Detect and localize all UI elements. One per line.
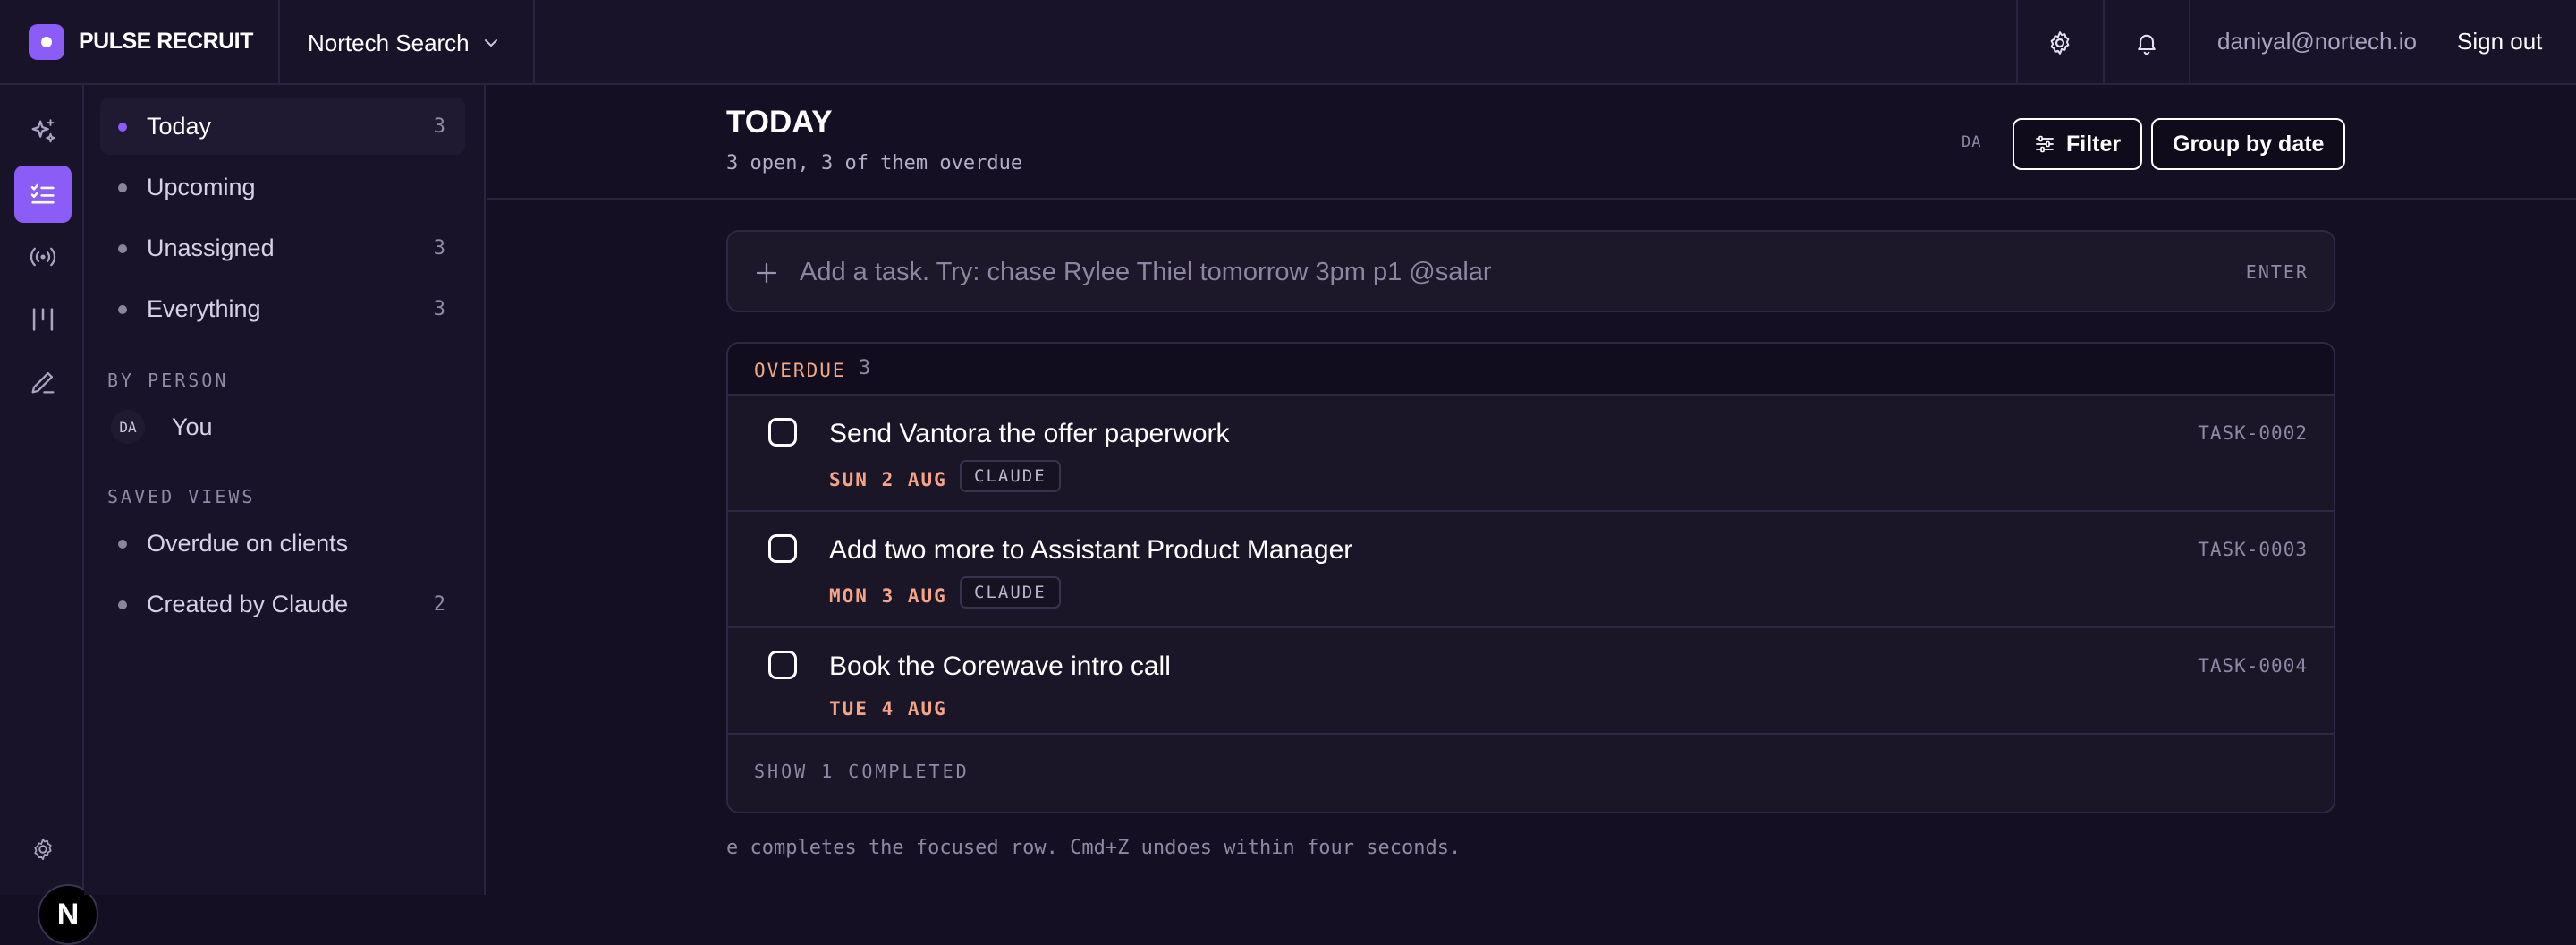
divider [2103, 0, 2105, 85]
nav-dot [118, 305, 127, 314]
icon-rail: N [0, 85, 98, 945]
app-logo [29, 24, 64, 60]
sign-out-button[interactable]: Sign out [2457, 28, 2542, 55]
task-due-date: SUN 2 AUG [829, 469, 947, 490]
task-id: TASK-0002 [2198, 422, 2308, 444]
add-task-bar: ENTER [726, 230, 2335, 312]
task-title: Send Vantora the offer paperwork [829, 419, 1230, 448]
settings-button[interactable] [2038, 21, 2082, 65]
task-group-panel: OVERDUE 3 Send Vantora the offer paperwo… [726, 342, 2335, 813]
kanban-icon [32, 308, 54, 331]
rail-tasks-button[interactable] [14, 166, 72, 223]
bell-icon [2138, 34, 2156, 55]
user-email: daniyal@nortech.io [2217, 28, 2417, 55]
sidebar-item-label: Unassigned [147, 234, 275, 261]
avatar: DA [1962, 133, 1982, 151]
task-id: TASK-0004 [2198, 655, 2308, 677]
sidebar-item-label: You [172, 413, 213, 440]
task-checkbox[interactable] [768, 534, 797, 563]
rail-notes-button[interactable] [14, 353, 72, 411]
enter-hint: ENTER [2245, 261, 2309, 283]
divider [533, 0, 535, 85]
gear-icon [2050, 31, 2070, 55]
sidebar-item-count: 3 [433, 297, 445, 320]
task-id: TASK-0003 [2198, 539, 2308, 560]
sidebar-item-label: Overdue on clients [147, 529, 349, 557]
task-row[interactable]: Book the Corewave intro call TUE 4 AUG T… [728, 628, 2334, 735]
keyboard-hint: e completes the focused row. Cmd+Z undoe… [726, 837, 1462, 859]
sidebar-item-upcoming[interactable]: Upcoming [100, 158, 465, 216]
nav-dot [118, 540, 127, 549]
sidebar-item-today[interactable]: Today 3 [100, 98, 465, 155]
main-header: TODAY 3 open, 3 of them overdue DA Filte… [487, 85, 2576, 200]
nav-dot [118, 183, 127, 192]
divider [278, 0, 280, 85]
sidebar: Today 3 Upcoming Unassigned 3 Everything… [84, 85, 486, 895]
top-bar: PULSE RECRUIT Nortech Search daniyal@nor… [0, 0, 2576, 85]
task-checkbox[interactable] [768, 418, 797, 447]
saved-view-overdue-on-clients[interactable]: Overdue on clients [100, 515, 465, 572]
tasks-icon [30, 183, 55, 204]
saved-view-created-by-claude[interactable]: Created by Claude 2 [100, 575, 465, 633]
nav-dot [118, 244, 127, 253]
task-tag: CLAUDE [960, 576, 1061, 609]
nav-dot [118, 123, 127, 132]
task-row[interactable]: Send Vantora the offer paperwork SUN 2 A… [728, 396, 2334, 512]
sidebar-item-label: Today [147, 112, 212, 140]
chevron-down-icon [484, 39, 497, 47]
sidebar-item-unassigned[interactable]: Unassigned 3 [100, 219, 465, 277]
task-title: Add two more to Assistant Product Manage… [829, 535, 1353, 565]
task-checkbox[interactable] [768, 651, 797, 679]
sidebar-item-count: 3 [433, 236, 445, 260]
nav-dot [118, 600, 127, 609]
settings-icon [34, 838, 52, 861]
group-title: OVERDUE [754, 360, 846, 381]
task-row[interactable]: Add two more to Assistant Product Manage… [728, 512, 2334, 628]
sparkles-icon [31, 119, 55, 143]
group-by-date-button[interactable]: Group by date [2151, 118, 2346, 170]
rail-settings-button[interactable] [14, 821, 72, 878]
group-header: OVERDUE 3 [728, 344, 2334, 396]
task-due-date: MON 3 AUG [829, 585, 947, 607]
task-tag: CLAUDE [960, 460, 1061, 492]
divider [2189, 0, 2190, 85]
plus-icon [756, 262, 777, 284]
project-name: Nortech Search [308, 29, 470, 56]
rail-board-button[interactable] [14, 291, 72, 348]
notifications-button[interactable] [2124, 21, 2169, 65]
sidebar-item-label: Upcoming [147, 173, 256, 200]
page-title: TODAY [726, 105, 833, 140]
filter-label: Filter [2066, 131, 2122, 157]
section-label-by-person: BY PERSON [107, 370, 229, 391]
task-title: Book the Corewave intro call [829, 651, 1171, 681]
app-name: PULSE RECRUIT [79, 29, 253, 54]
sidebar-item-label: Everything [147, 294, 261, 322]
rail-broadcast-button[interactable] [14, 228, 72, 285]
sidebar-item-person-you[interactable]: DA You [100, 398, 465, 455]
avatar: DA [111, 410, 145, 444]
sidebar-item-everything[interactable]: Everything 3 [100, 280, 465, 337]
project-switcher[interactable]: Nortech Search [308, 27, 500, 59]
filter-button[interactable]: Filter [2012, 118, 2143, 170]
add-task-input[interactable] [800, 253, 2141, 291]
group-count: 3 [859, 357, 871, 379]
sidebar-item-count: 2 [433, 592, 445, 616]
rail-ai-button[interactable] [14, 103, 72, 160]
sidebar-item-count: 3 [433, 115, 445, 138]
sliders-icon [2036, 135, 2054, 153]
section-label-saved-views: SAVED VIEWS [107, 486, 256, 507]
broadcast-icon [30, 247, 56, 267]
show-completed-toggle[interactable]: SHOW 1 COMPLETED [754, 761, 970, 782]
sidebar-item-label: Created by Claude [147, 590, 349, 617]
page-subtitle: 3 open, 3 of them overdue [726, 152, 1023, 175]
pen-icon [31, 371, 55, 394]
task-due-date: TUE 4 AUG [829, 698, 947, 719]
divider [2016, 0, 2018, 85]
